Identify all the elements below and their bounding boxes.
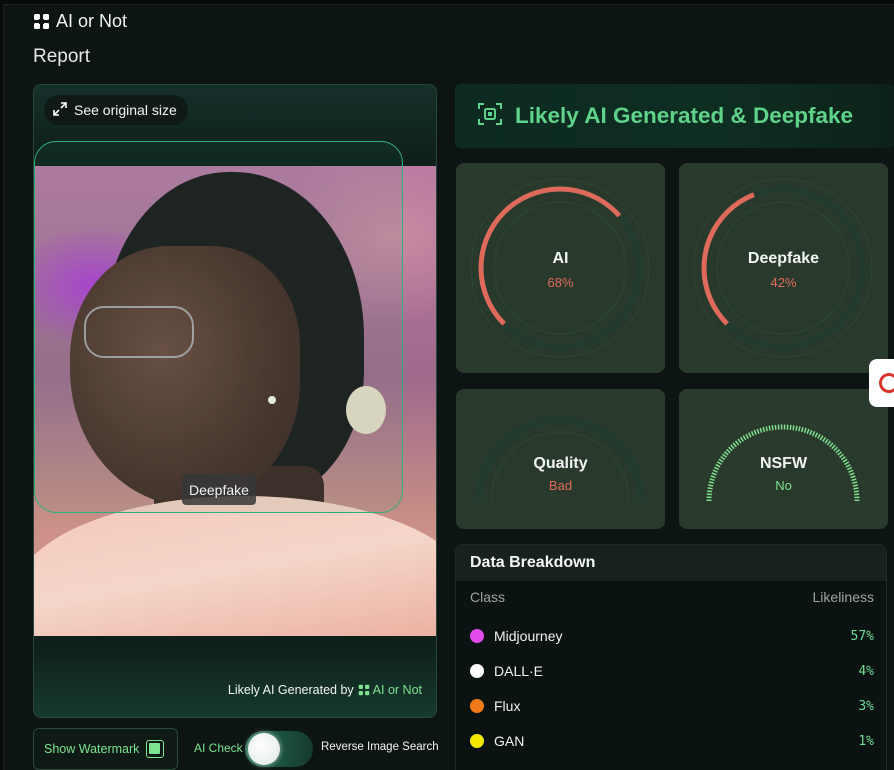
widget-icon (879, 373, 894, 393)
side-widget-button[interactable] (869, 359, 894, 407)
brand[interactable]: AI or Not (33, 11, 127, 32)
deepfake-gauge (693, 178, 873, 358)
class-color-dot (470, 664, 484, 678)
breakdown-row: Midjourney 57% (470, 626, 874, 646)
deepfake-gauge-value: 42% (770, 275, 797, 290)
class-color-dot (470, 734, 484, 748)
quality-gauge-card: Quality Bad (456, 389, 665, 529)
class-likeliness: 1% (858, 733, 874, 749)
ai-check-label: AI Check (194, 741, 243, 755)
credit-brand-name: AI or Not (372, 683, 422, 697)
class-name: DALL·E (494, 663, 544, 679)
column-class: Class (470, 589, 506, 605)
ai-gauge-card: AI 68% (456, 163, 665, 373)
class-likeliness: 4% (858, 663, 874, 679)
see-original-size-button[interactable]: See original size (44, 95, 188, 125)
nsfw-gauge-value: No (775, 478, 792, 493)
class-name: Midjourney (494, 628, 563, 644)
nsfw-gauge-card: NSFW No (679, 389, 888, 529)
quality-gauge-label: Quality (533, 455, 588, 472)
logo-icon (33, 13, 50, 30)
deepfake-gauge-label: Deepfake (747, 250, 820, 267)
breakdown-row: GAN 1% (470, 731, 874, 751)
breakdown-row: DALL·E 4% (470, 661, 874, 681)
ai-gauge (470, 178, 650, 358)
breakdown-row: Flux 3% (470, 696, 874, 716)
detection-box[interactable] (34, 141, 403, 513)
detection-label: Deepfake (182, 474, 256, 505)
see-original-label: See original size (74, 102, 177, 118)
logo-icon (358, 684, 369, 696)
show-watermark-toggle[interactable]: Show Watermark (33, 728, 178, 770)
breakdown-columns: Class Likeliness (456, 581, 886, 605)
ai-gauge-value: 68% (547, 275, 574, 290)
class-name: Flux (494, 698, 521, 714)
watermark-credit: Likely AI Generated by AI or Not (228, 683, 422, 697)
class-likeliness: 3% (858, 698, 874, 714)
mode-switch[interactable] (245, 731, 313, 767)
verdict-banner: Likely AI Generated & Deepfake (455, 84, 894, 148)
nsfw-gauge-label: NSFW (759, 455, 808, 472)
class-name: GAN (494, 733, 525, 749)
brand-name: AI or Not (56, 11, 128, 31)
ai-gauge-label: AI (552, 250, 569, 267)
page-title: Report (33, 46, 91, 67)
reverse-image-search-label: Reverse Image Search (321, 741, 439, 753)
class-color-dot (470, 699, 484, 713)
class-color-dot (470, 629, 484, 643)
image-panel: Deepfake See original size Likely AI Gen… (33, 84, 437, 718)
switch-knob[interactable] (248, 733, 280, 765)
class-likeliness: 57% (850, 628, 874, 644)
scan-icon (477, 101, 503, 132)
column-likeliness: Likeliness (812, 589, 874, 605)
verdict-text: Likely AI Generated & Deepfake (515, 103, 854, 128)
credit-prefix: Likely AI Generated by (227, 683, 354, 697)
quality-gauge-value: Bad (548, 478, 573, 493)
show-watermark-checkbox[interactable] (146, 740, 164, 758)
expand-icon (53, 101, 67, 119)
credit-brand: AI or Not (358, 683, 422, 697)
show-watermark-label: Show Watermark (44, 742, 140, 756)
breakdown-title: Data Breakdown (456, 545, 886, 581)
data-breakdown: Data Breakdown Class Likeliness Midjourn… (455, 544, 887, 770)
deepfake-gauge-card: Deepfake 42% (679, 163, 888, 373)
